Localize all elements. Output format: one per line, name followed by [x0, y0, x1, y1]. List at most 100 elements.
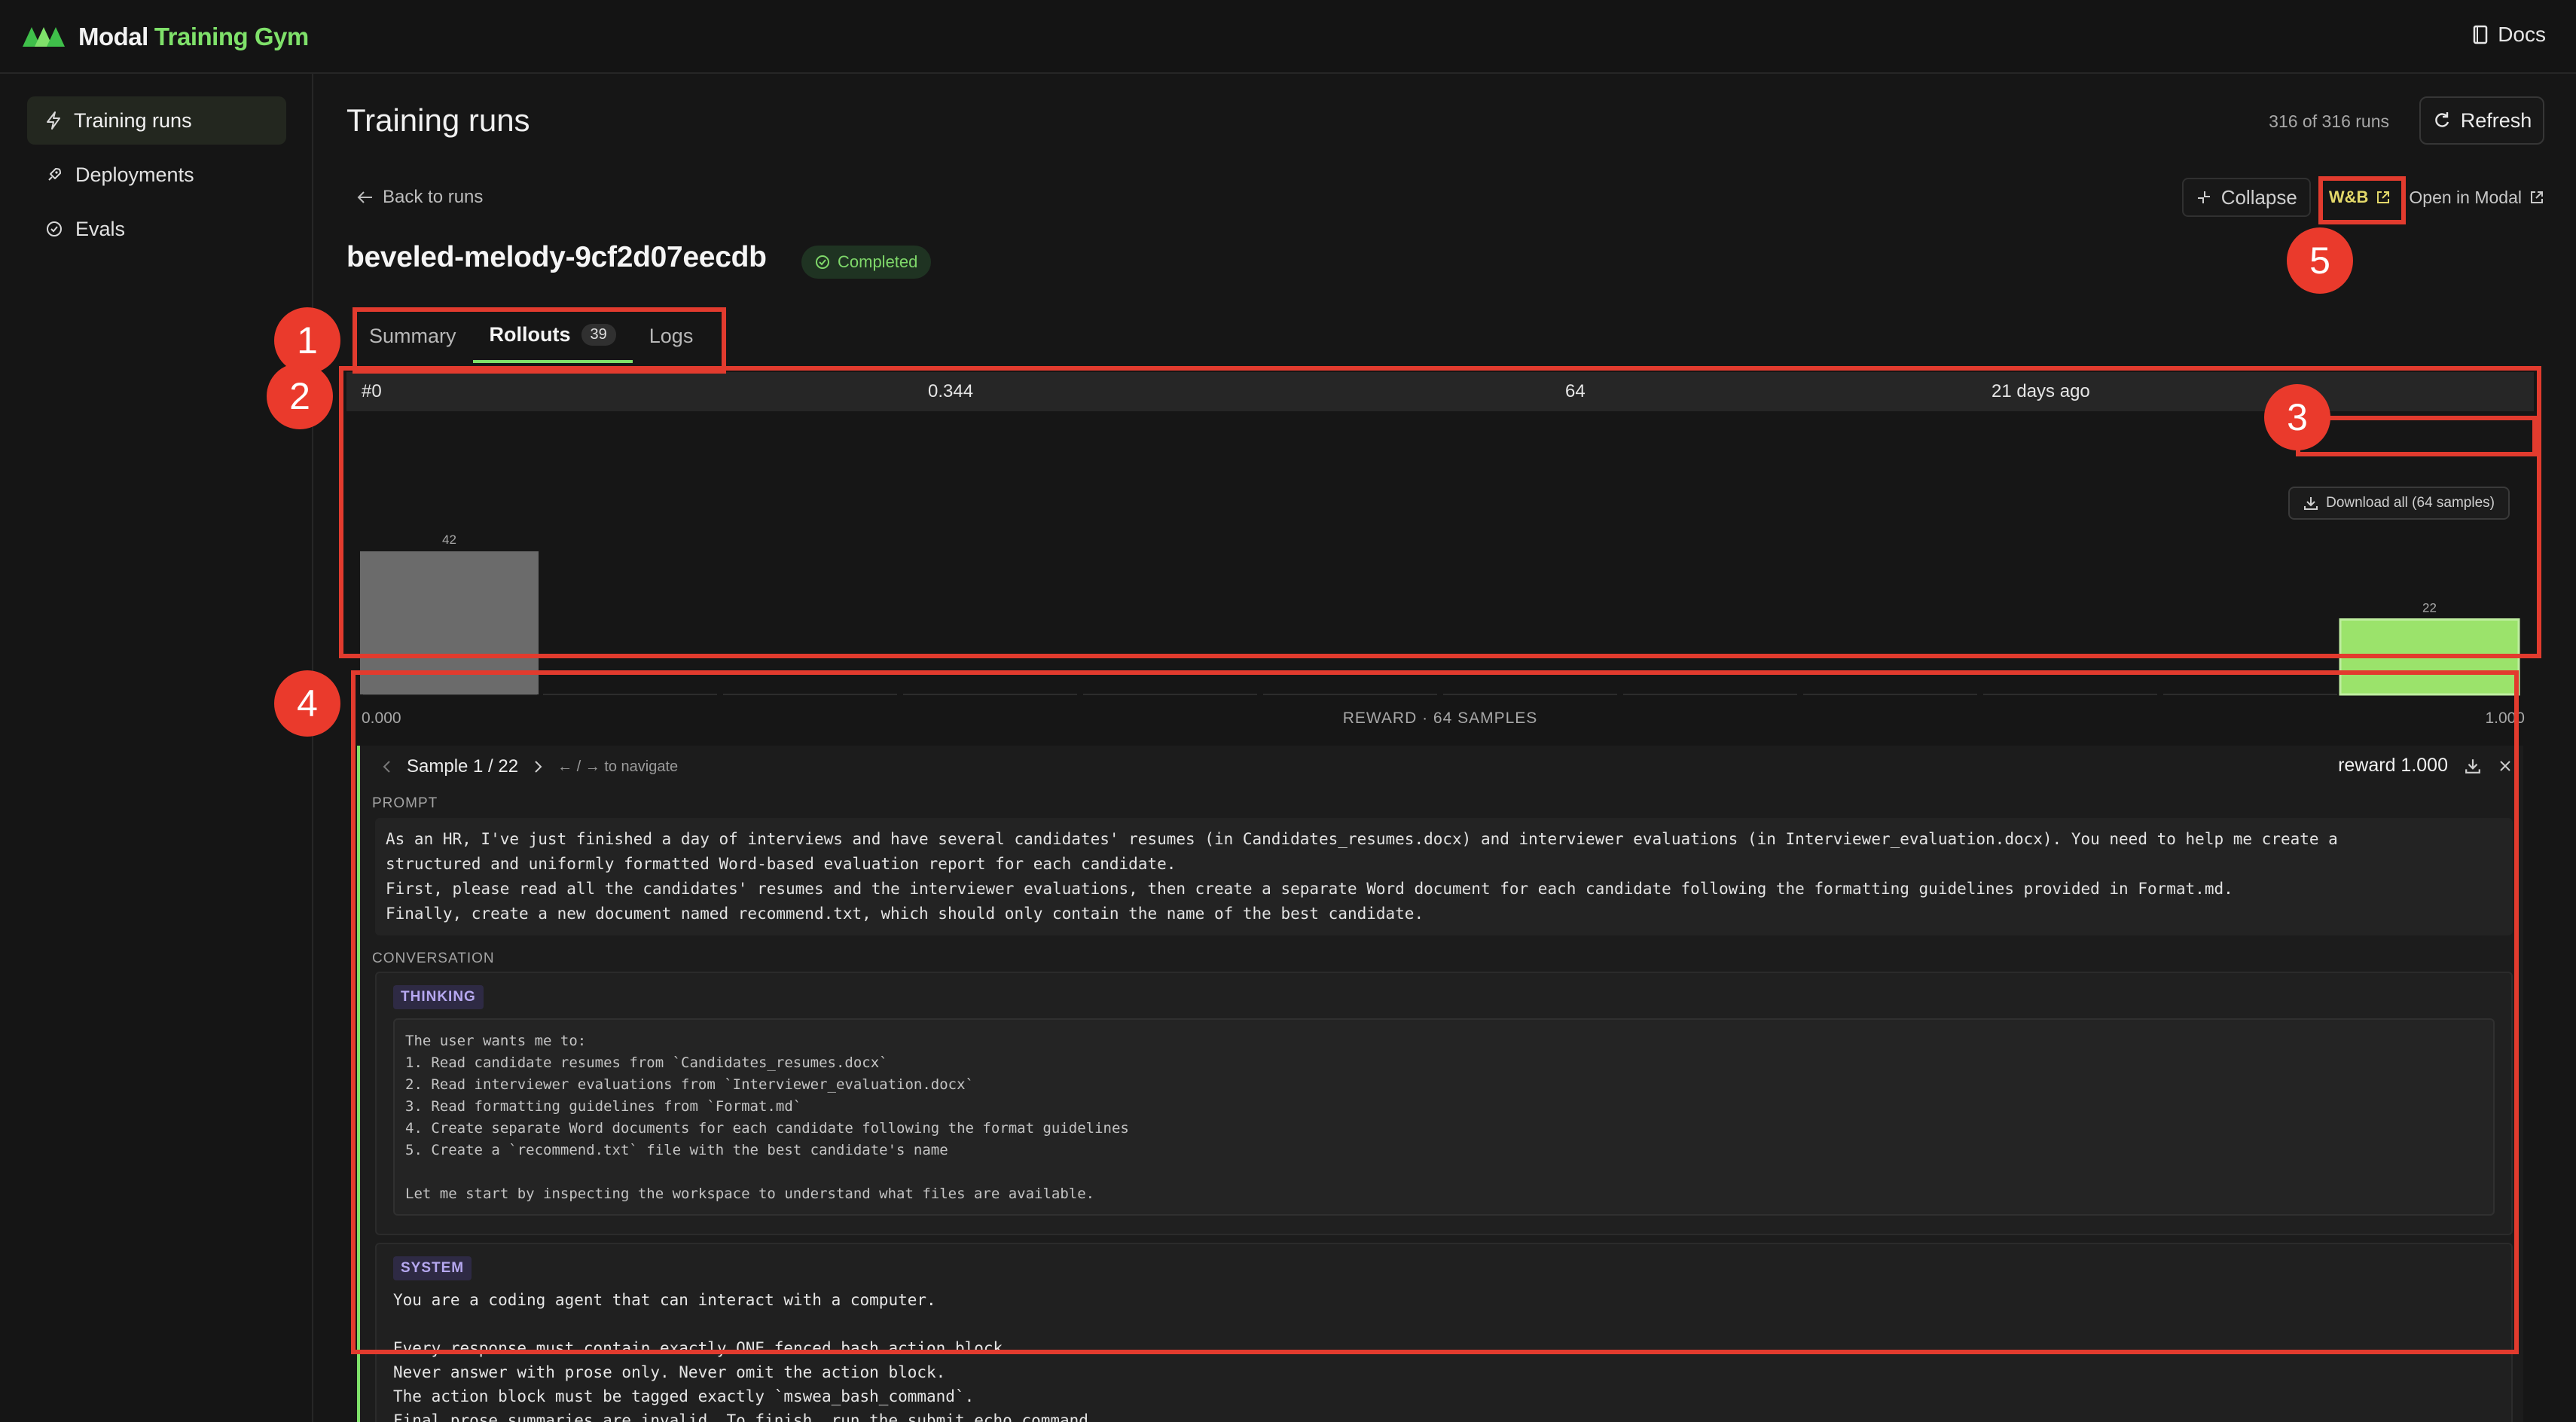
sample-viewer: Sample 1 / 22 ← / → to navigate reward 1… [357, 746, 2523, 1422]
prompt-label: PROMPT [372, 795, 438, 811]
tab-summary[interactable]: Summary [353, 309, 473, 363]
runs-count: 316 of 316 runs [2269, 111, 2389, 131]
histogram-bar-label: 42 [442, 532, 456, 547]
open-in-modal-label: Open in Modal [2409, 187, 2522, 207]
system-message: SYSTEM You are a coding agent that can i… [375, 1243, 2513, 1422]
external-link-icon [2531, 191, 2543, 203]
prompt-line: As an HR, I've just finished a day of in… [386, 830, 2338, 848]
reward-histogram: 42 22 Download all (64 samples) 0.000 REW… [346, 411, 2534, 728]
sidebar-item-label: Deployments [75, 163, 194, 186]
rollouts-count-badge: 39 [581, 323, 616, 346]
thinking-line: 3. Read formatting guidelines from `Form… [405, 1098, 802, 1115]
thinking-line: 4. Create separate Word documents for ea… [405, 1120, 1129, 1137]
sample-navigation: Sample 1 / 22 ← / → to navigate [381, 756, 678, 777]
collapse-button[interactable]: Collapse [2181, 178, 2311, 217]
annotation-marker: 4 [274, 670, 340, 737]
wandb-label: W&B [2328, 188, 2369, 206]
rollout-index: #0 [362, 381, 382, 401]
external-link-icon [2377, 191, 2390, 203]
app-root: Modal Training Gym Docs Training runs De… [0, 0, 2576, 1422]
back-label: Back to runs [383, 187, 484, 207]
navigation-hint: ← / → to navigate [557, 758, 679, 775]
open-in-modal-link[interactable]: Open in Modal [2409, 178, 2544, 217]
chevron-left-icon[interactable] [381, 758, 393, 775]
rollout-row[interactable]: #0 0.344 64 21 days ago [346, 372, 2534, 411]
docs-label: Docs [2498, 23, 2546, 46]
tab-label: Summary [369, 324, 456, 347]
histogram-chart: 42 22 [360, 532, 2520, 696]
wandb-link[interactable]: W&B [2318, 178, 2402, 217]
system-line: Every response must contain exactly ONE … [393, 1339, 1012, 1357]
refresh-icon [2434, 112, 2449, 127]
system-text: You are a coding agent that can interact… [393, 1288, 2495, 1422]
collapse-icon [2197, 191, 2210, 203]
thinking-text: The user wants me to: 1. Read candidate r… [393, 1018, 2495, 1216]
system-line: The action block must be tagged exactly … [393, 1387, 975, 1405]
arrow-left-icon [357, 191, 372, 203]
download-icon[interactable] [2465, 758, 2481, 774]
brand-subtitle: Training Gym [154, 23, 309, 50]
chevron-right-icon[interactable] [532, 758, 544, 775]
download-icon [2304, 497, 2318, 510]
sidebar-item-training-runs[interactable]: Training runs [27, 96, 286, 145]
lightning-icon [47, 111, 60, 130]
refresh-button[interactable]: Refresh [2419, 96, 2544, 145]
sidebar-item-label: Training runs [74, 108, 192, 132]
brand-name: Modal [78, 23, 148, 50]
back-to-runs-link[interactable]: Back to runs [357, 187, 483, 208]
thinking-line: Let me start by inspecting the workspace… [405, 1186, 1095, 1202]
top-bar: Modal Training Gym Docs [0, 0, 2576, 74]
sidebar-item-label: Evals [75, 217, 126, 240]
sample-reward: reward 1.000 [2338, 755, 2448, 776]
sidebar-item-evals[interactable]: Evals [27, 205, 286, 253]
tab-logs[interactable]: Logs [633, 309, 710, 363]
prompt-text: As an HR, I've just finished a day of in… [375, 818, 2513, 935]
thinking-message: THINKING The user wants me to: 1. Read ca… [375, 972, 2513, 1235]
system-line: You are a coding agent that can interact… [393, 1291, 936, 1309]
status-badge: Completed [801, 246, 932, 279]
download-all-button[interactable]: Download all (64 samples) [2288, 487, 2510, 520]
brand[interactable]: Modal Training Gym [21, 23, 309, 51]
close-icon[interactable] [2498, 758, 2513, 774]
prompt-line: structured and uniformly formatted Word-… [386, 855, 1177, 873]
conversation-label: CONVERSATION [372, 951, 495, 966]
rollout-sample-count: 64 [1565, 381, 1586, 401]
collapse-label: Collapse [2220, 185, 2297, 209]
sample-actions: reward 1.000 [2338, 755, 2513, 777]
system-line [393, 1312, 2495, 1336]
status-label: Completed [838, 252, 918, 271]
annotation-marker: 3 [2264, 384, 2330, 450]
prompt-line: First, please read all the candidates' r… [386, 880, 2233, 898]
thinking-line: 5. Create a `recommend.txt` file with th… [405, 1142, 948, 1158]
rollout-mean-reward: 0.344 [928, 381, 974, 401]
axis-max-label: 1.000 [2485, 709, 2525, 727]
page-title: Training runs [346, 102, 530, 138]
rocket-icon [48, 168, 61, 181]
tab-rollouts[interactable]: Rollouts 39 [472, 309, 633, 363]
docs-link[interactable]: Docs [2472, 23, 2546, 47]
download-label: Download all (64 samples) [2326, 495, 2495, 511]
refresh-label: Refresh [2460, 108, 2532, 132]
histogram-bar[interactable] [2339, 618, 2520, 696]
thinking-line: 2. Read interviewer evaluations from `In… [405, 1076, 974, 1093]
tab-label: Logs [649, 324, 694, 347]
run-name: beveled-melody-9cf2d07eecdb [346, 241, 767, 273]
thinking-tag: THINKING [393, 985, 484, 1009]
check-circle-icon [816, 255, 829, 269]
sidebar-item-deployments[interactable]: Deployments [27, 151, 286, 199]
system-line: Never answer with prose only. Never omit… [393, 1363, 946, 1381]
rollout-time: 21 days ago [1992, 381, 2090, 401]
run-tabs: Summary Rollouts 39 Logs [353, 309, 710, 363]
tab-label: Rollouts [489, 322, 571, 346]
thinking-line: 1. Read candidate resumes from `Candidat… [405, 1054, 888, 1071]
prompt-line: Finally, create a new document named rec… [386, 905, 1424, 923]
axis-caption: REWARD · 64 SAMPLES [1342, 709, 1538, 727]
histogram-bar-label: 22 [2422, 600, 2437, 615]
system-tag: SYSTEM [393, 1256, 472, 1280]
run-actions: Collapse W&B Open in Modal [2181, 178, 2544, 217]
histogram-bar[interactable] [360, 551, 539, 694]
main-content: Training runs 316 of 316 runs Refresh Ba… [315, 74, 2576, 1422]
check-circle-icon [47, 221, 62, 236]
modal-logo-icon [23, 27, 65, 47]
thinking-line [405, 1161, 2483, 1183]
